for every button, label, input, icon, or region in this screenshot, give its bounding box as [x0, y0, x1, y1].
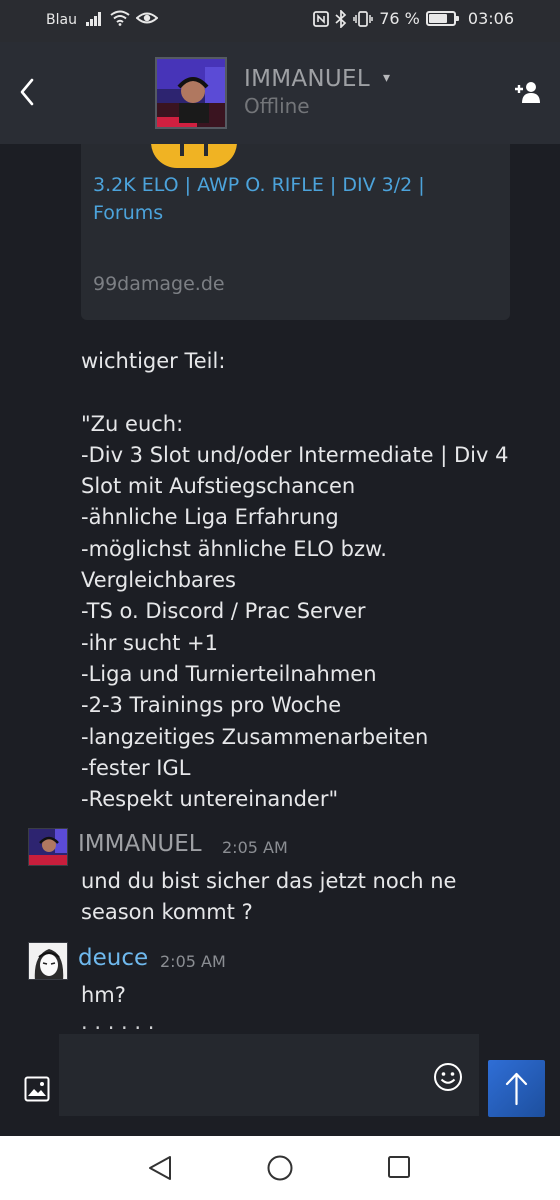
vibrate-icon [353, 10, 373, 27]
left-status-icons [86, 10, 158, 26]
image-icon [24, 1076, 50, 1102]
nav-home-icon [267, 1155, 293, 1181]
bluetooth-icon [335, 9, 347, 28]
nav-back-button[interactable] [146, 1154, 174, 1182]
presence-status: Offline [244, 94, 310, 118]
chevron-down-icon[interactable]: ▾ [383, 70, 390, 86]
battery-percent: 76 % [379, 9, 420, 28]
message-text: und du bist sicher das jetzt noch ne sea… [81, 869, 457, 925]
contact-avatar[interactable] [155, 57, 227, 129]
battery-icon [425, 11, 459, 26]
nav-recents-icon [388, 1156, 410, 1178]
message-input[interactable] [59, 1034, 479, 1116]
eye-icon [136, 12, 158, 24]
status-bar: Blau 76 % 03:06 [0, 0, 560, 42]
avatar-photo [29, 829, 67, 865]
message-text: hm? [81, 983, 126, 1007]
avatar[interactable] [28, 828, 68, 866]
contact-name[interactable]: IMMANUEL [244, 66, 370, 92]
message-timestamp: 2:05 AM [160, 952, 226, 971]
back-arrow-icon [20, 78, 34, 106]
send-button[interactable] [488, 1060, 545, 1117]
navigation-bar [0, 1136, 560, 1200]
signal-icon [86, 10, 104, 26]
carrier-name: Blau [46, 12, 77, 28]
link-preview-image [151, 144, 237, 168]
clock: 03:06 [467, 9, 514, 28]
partially-hidden-message: . . . . . . [81, 1024, 231, 1034]
avatar[interactable] [28, 942, 68, 980]
chat-area[interactable]: 3.2K ELO | AWP O. RIFLE | DIV 3/2 | Foru… [0, 144, 560, 1034]
add-friend-icon [515, 82, 540, 103]
link-preview-card[interactable]: 3.2K ELO | AWP O. RIFLE | DIV 3/2 | Foru… [81, 144, 510, 320]
send-arrow-icon [505, 1072, 528, 1106]
message-author[interactable]: deuce [78, 945, 148, 971]
wifi-icon [110, 10, 130, 26]
nav-recents-button[interactable] [386, 1154, 412, 1180]
message-author[interactable]: IMMANUEL [78, 831, 202, 857]
emoji-button[interactable] [433, 1062, 463, 1092]
avatar-photo [29, 943, 67, 979]
emoji-icon [434, 1063, 462, 1091]
right-status-icons: 76 % 03:06 [313, 9, 514, 28]
message-timestamp: 2:05 AM [222, 838, 288, 857]
attach-image-button[interactable] [24, 1076, 50, 1102]
back-button[interactable] [14, 76, 42, 108]
nfc-icon [313, 10, 330, 27]
battery-level [428, 14, 448, 23]
chat-header: IMMANUEL ▾ Offline [0, 42, 560, 144]
message-text: wichtiger Teil: "Zu euch: -Div 3 Slot un… [81, 349, 509, 812]
message-composer [0, 1034, 560, 1136]
link-preview-title[interactable]: 3.2K ELO | AWP O. RIFLE | DIV 3/2 | Foru… [93, 171, 493, 227]
avatar-photo [157, 59, 225, 127]
link-preview-domain: 99damage.de [93, 273, 225, 295]
nav-back-icon [149, 1156, 171, 1180]
nav-home-button[interactable] [266, 1154, 294, 1182]
add-friend-button[interactable] [514, 78, 542, 106]
